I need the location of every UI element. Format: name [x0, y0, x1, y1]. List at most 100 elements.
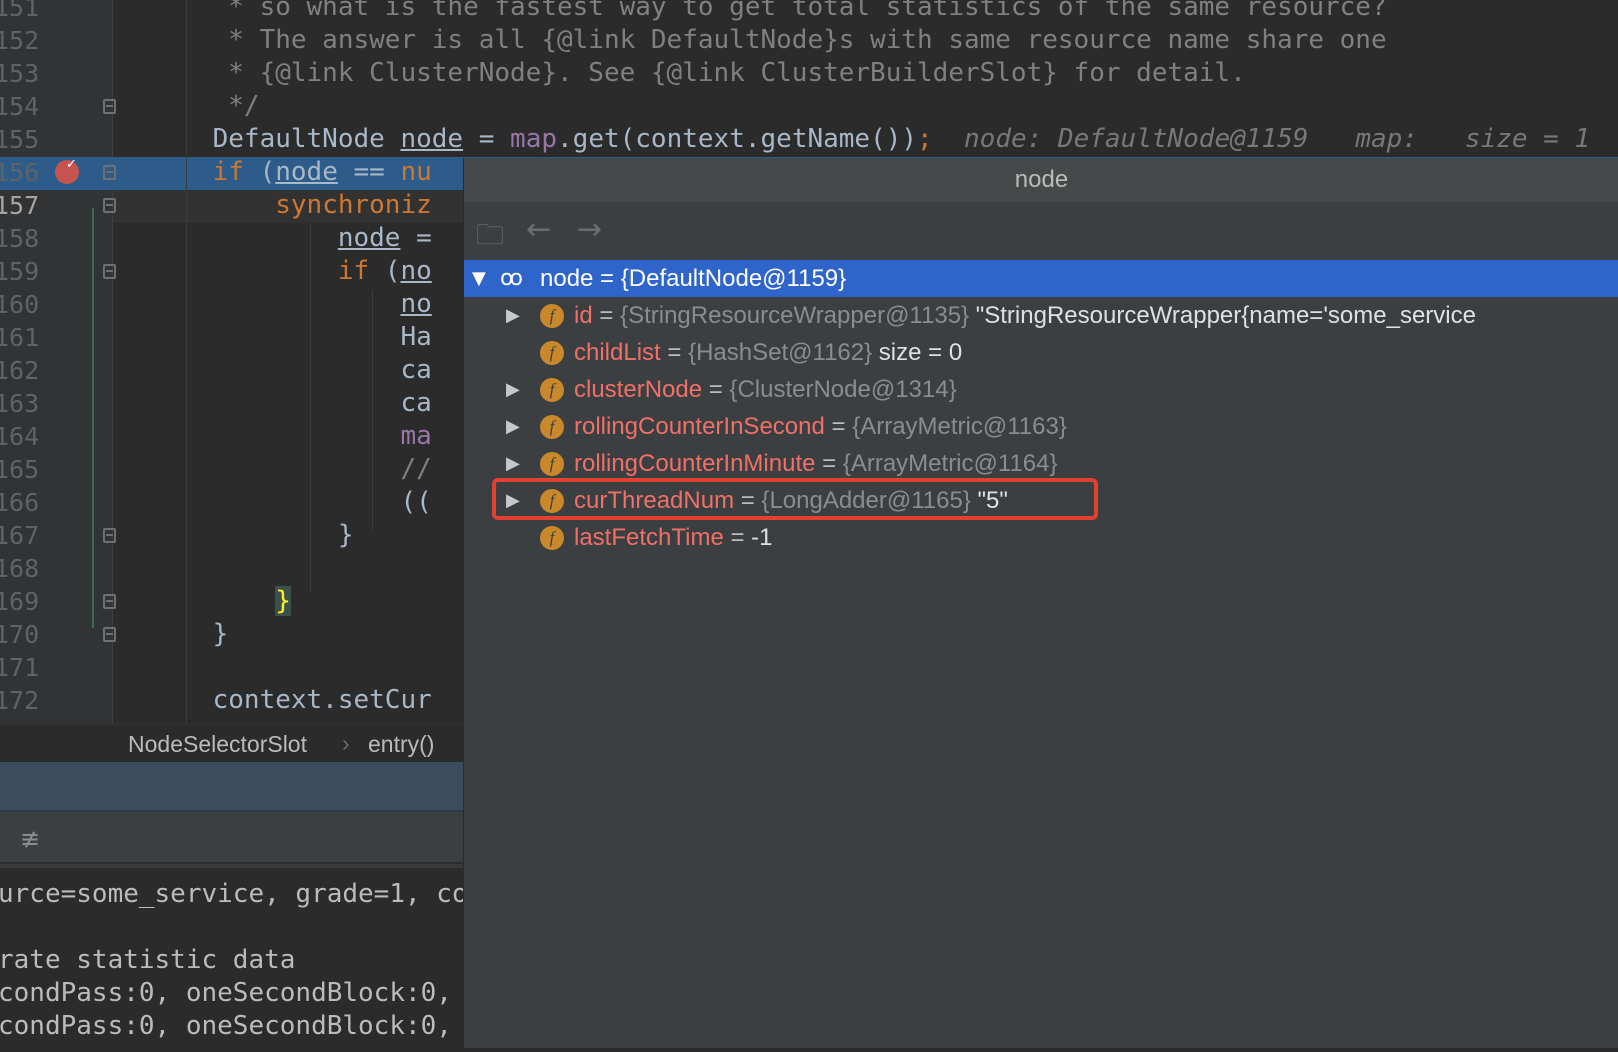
fold-icon[interactable] [103, 594, 116, 609]
field-equals: = [824, 413, 853, 440]
fold-icon[interactable] [103, 165, 116, 180]
code-line[interactable]: 155 DefaultNode node = map.get(context.g… [0, 123, 1618, 156]
line-number: 169 [0, 587, 40, 616]
fold-icon[interactable] [103, 627, 116, 642]
console-line: rate statistic data [0, 945, 296, 975]
popup-title[interactable]: node [464, 158, 1618, 202]
code-text: no [150, 288, 432, 321]
field-row-id[interactable]: ▶ f id = {StringResourceWrapper@1135} "Str… [464, 297, 1618, 334]
field-type: {StringResourceWrapper@1135} [620, 302, 970, 329]
field-equals: = [815, 450, 843, 477]
code-token: synchroniz [275, 190, 432, 220]
code-token: node: DefaultNode@1159 map: size = 1 [932, 124, 1591, 154]
code-token: DefaultNode [150, 124, 401, 154]
code-token: ca [150, 388, 432, 418]
field-row-lastfetchtime[interactable]: f lastFetchTime = -1 [464, 519, 1618, 556]
breadcrumb-method[interactable]: entry() [368, 731, 434, 758]
watch-glasses-icon: oo [500, 266, 523, 291]
code-line[interactable]: 154 */ [0, 90, 1618, 123]
field-type: {ArrayMetric@1164} [842, 450, 1058, 477]
folder-icon[interactable]: 🗀 [476, 214, 504, 262]
console-output[interactable]: urce=some_service, grade=1, cou rate stat… [0, 864, 483, 1052]
line-number: 160 [0, 290, 40, 319]
code-token: no [400, 256, 432, 286]
code-token: nu [400, 157, 432, 187]
expand-arrow-icon[interactable]: ▶ [506, 371, 520, 408]
code-text: */ [150, 90, 259, 123]
field-row-rollingcounterinminute[interactable]: ▶ f rollingCounterInMinute = {ArrayMetric@… [464, 445, 1618, 482]
line-number: 151 [0, 0, 40, 22]
variable-inspector-popup[interactable]: node 🗀 ← → ▼ oo node = {DefaultNode@1159… [463, 158, 1618, 1048]
field-row-clusternode[interactable]: ▶ f clusterNode = {ClusterNode@1314} [464, 371, 1618, 408]
fold-icon[interactable] [103, 528, 116, 543]
line-number: 156 [0, 158, 40, 187]
line-number: 167 [0, 521, 40, 550]
back-arrow-icon[interactable]: ← [526, 212, 551, 247]
code-line[interactable]: 153 * {@link ClusterNode}. See {@link Cl… [0, 57, 1618, 90]
line-number: 153 [0, 59, 40, 88]
line-number: 164 [0, 422, 40, 451]
line-number: 162 [0, 356, 40, 385]
line-number: 171 [0, 653, 40, 682]
fold-icon[interactable] [103, 99, 116, 114]
field-equals: = [702, 376, 730, 403]
code-text: (( [150, 486, 432, 519]
code-text: } [150, 585, 291, 618]
code-token: ma [400, 421, 432, 451]
fold-icon[interactable] [103, 264, 116, 279]
code-token: node [337, 223, 401, 253]
code-text: Ha [150, 321, 431, 354]
code-token: node [400, 124, 464, 154]
code-token: ca [150, 355, 432, 385]
field-name: rollingCounterInSecond [574, 413, 825, 440]
code-text: * The answer is all {@link DefaultNode}s… [150, 24, 1386, 57]
line-number: 165 [0, 455, 40, 484]
root-variable-value: {DefaultNode@1159} [620, 265, 847, 292]
field-type: {ArrayMetric@1163} [852, 413, 1067, 440]
field-equals: = [660, 339, 689, 366]
field-text: lastFetchTime = -1 [574, 519, 773, 556]
code-token: if [212, 157, 244, 187]
line-number: 159 [0, 257, 40, 286]
code-text: context.setCur [150, 684, 432, 717]
field-row-rollingcounterinsecond[interactable]: ▶ f rollingCounterInSecond = {ArrayMetric@… [464, 408, 1618, 445]
code-text: * so what is the fastest way to get tota… [150, 0, 1387, 24]
field-name: clusterNode [574, 376, 703, 403]
code-token: * so what is the fastest way to get tota… [150, 0, 1387, 22]
code-token: no [400, 289, 432, 319]
fold-icon[interactable] [103, 198, 116, 213]
console-line: urce=some_service, grade=1, cou [0, 879, 484, 909]
code-line[interactable]: 152 * The answer is all {@link DefaultNo… [0, 24, 1618, 57]
field-value: "StringResourceWrapper{name='some_servic… [969, 302, 1476, 329]
tool-window-tab[interactable] [0, 762, 470, 812]
code-text: } [150, 618, 229, 651]
field-icon: f [540, 341, 564, 365]
field-text: clusterNode = {ClusterNode@1314} [574, 371, 957, 408]
expand-arrow-icon[interactable]: ▶ [506, 445, 520, 482]
line-number: 154 [0, 92, 40, 121]
expand-arrow-icon[interactable]: ▶ [506, 408, 520, 445]
soft-wrap-icon[interactable]: ≢ [20, 825, 40, 853]
field-text: id = {StringResourceWrapper@1135} "Strin… [574, 297, 1476, 334]
field-row-childlist[interactable]: f childList = {HashSet@1162} size = 0 [464, 334, 1618, 371]
code-line[interactable]: 151 * so what is the fastest way to get … [0, 0, 1618, 24]
code-text: ma [150, 420, 432, 453]
tree-root-row[interactable]: ▼ oo node = {DefaultNode@1159} [464, 260, 1618, 297]
breadcrumb-class[interactable]: NodeSelectorSlot [128, 731, 307, 758]
forward-arrow-icon[interactable]: → [577, 212, 602, 247]
line-number: 157 [0, 191, 40, 220]
code-token: (( [150, 487, 432, 517]
collapse-arrow-icon[interactable]: ▼ [472, 260, 486, 297]
console-line: condPass:0, oneSecondBlock:0, o [0, 1011, 484, 1041]
expand-arrow-icon[interactable]: ▶ [506, 297, 520, 334]
code-text: DefaultNode node = map.get(context.getNa… [150, 123, 1591, 156]
field-type: {HashSet@1162} [688, 339, 873, 366]
code-token: = [400, 223, 432, 253]
code-text: synchroniz [150, 189, 432, 222]
popup-toolbar: 🗀 ← → [464, 202, 1618, 260]
field-icon: f [540, 526, 564, 550]
